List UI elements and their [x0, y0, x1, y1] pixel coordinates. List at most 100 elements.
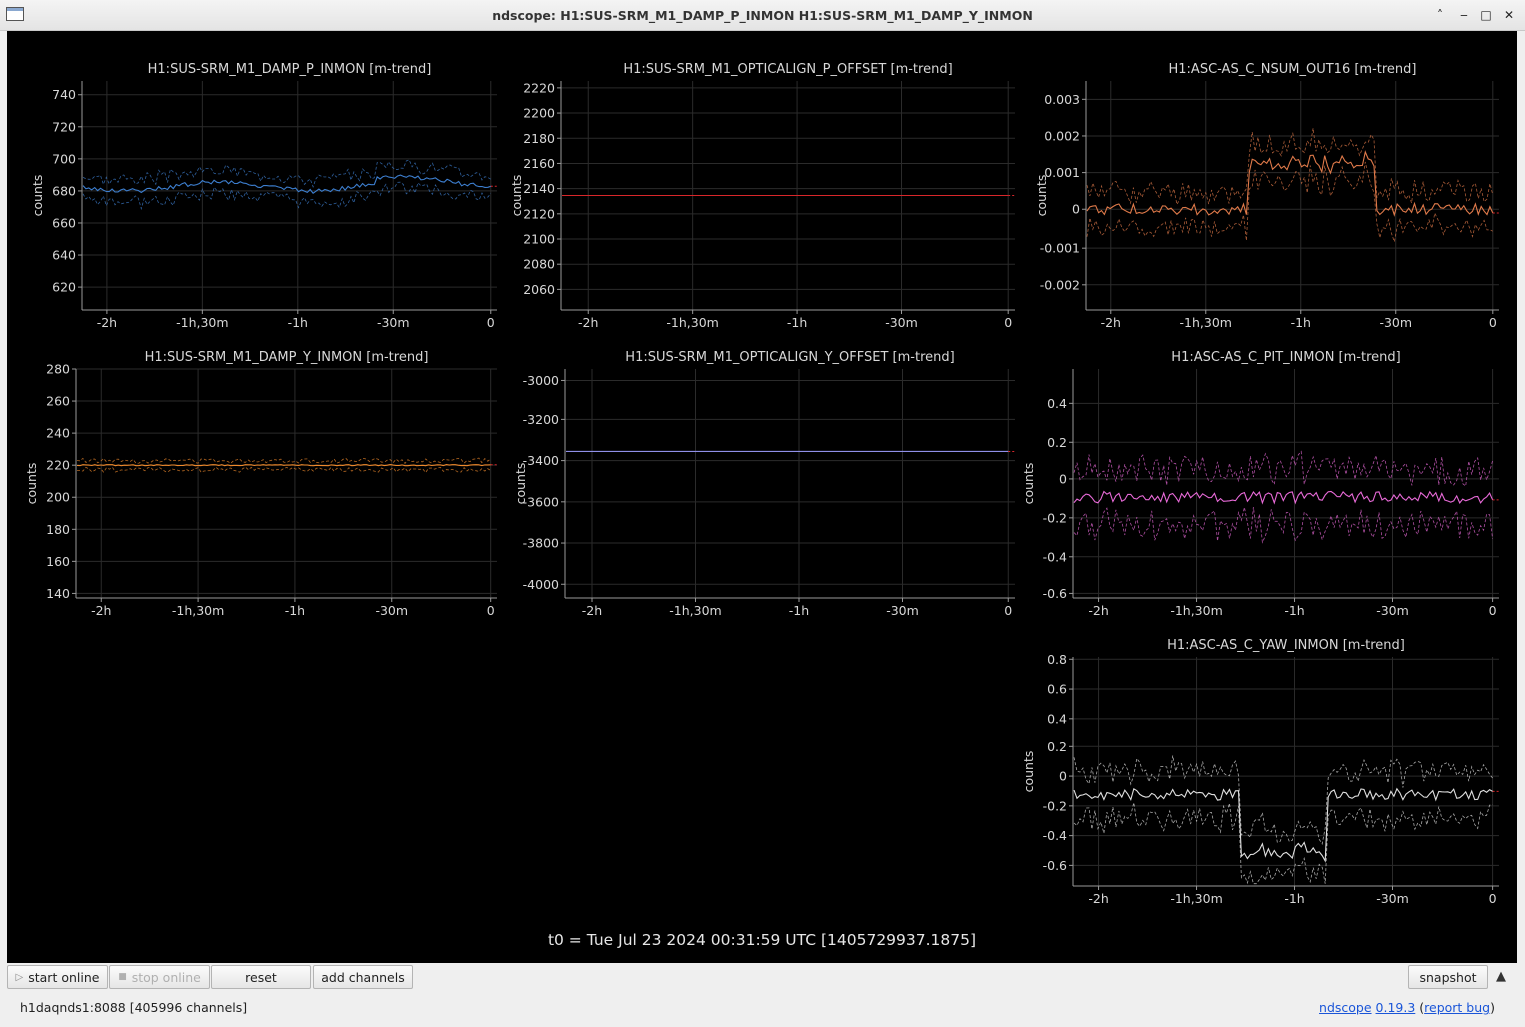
- y-axis-label: counts: [24, 463, 39, 505]
- plot-title: H1:SUS-SRM_M1_DAMP_Y_INMON [m-trend]: [145, 350, 429, 365]
- plot-panel[interactable]: H1:ASC-AS_C_YAW_INMON [m-trend] counts 0.8…: [1021, 638, 1499, 906]
- x-tick-label: -1h,30m: [176, 315, 228, 330]
- y-tick-label: 220: [46, 458, 70, 473]
- trace-group: [1086, 128, 1499, 244]
- y-axis-label: counts: [1021, 463, 1036, 505]
- plot-panel[interactable]: H1:SUS-SRM_M1_OPTICALIGN_Y_OFFSET [m-tre…: [513, 350, 1015, 618]
- trace-min: [1086, 161, 1493, 244]
- trace-max: [1086, 128, 1494, 206]
- y-tick-label: 280: [46, 362, 70, 377]
- y-tick-label: -3800: [523, 536, 559, 551]
- x-tick-label: -2h: [1088, 891, 1108, 906]
- plot-panel[interactable]: H1:SUS-SRM_M1_DAMP_Y_INMON [m-trend] coun…: [24, 350, 497, 618]
- y-tick-label: 0: [1059, 471, 1067, 486]
- stop-icon: ■: [118, 972, 127, 982]
- x-tick-label: -1h,30m: [1170, 891, 1222, 906]
- x-tick-label: -2h: [582, 603, 602, 618]
- plot-grid: [76, 368, 497, 598]
- y-tick-label: 660: [52, 215, 76, 230]
- y-tick-label: 0: [1072, 202, 1080, 217]
- plot-panel[interactable]: H1:ASC-AS_C_PIT_INMON [m-trend] counts 0.4…: [1021, 350, 1499, 618]
- ndscope-link[interactable]: ndscope: [1319, 1000, 1372, 1015]
- close-icon[interactable]: ✕: [1500, 6, 1518, 24]
- snapshot-label: snapshot: [1419, 969, 1477, 985]
- chevron-up-icon[interactable]: ˄: [1431, 6, 1449, 24]
- y-tick-label: 0.6: [1047, 682, 1067, 697]
- y-tick-label: -3600: [523, 494, 559, 509]
- y-tick-label: 680: [52, 183, 76, 198]
- trace-max: [1073, 755, 1493, 845]
- x-tick-label: -2h: [1088, 603, 1108, 618]
- x-tick-label: 0: [487, 603, 495, 618]
- y-tick-label: -4000: [523, 577, 559, 592]
- x-tick-label: 0: [487, 315, 495, 330]
- plot-panel[interactable]: H1:SUS-SRM_M1_DAMP_P_INMON [m-trend] coun…: [30, 62, 497, 330]
- reset-label: reset: [245, 969, 277, 985]
- y-tick-label: 700: [52, 151, 76, 166]
- stop-online-button[interactable]: ■ stop online: [109, 965, 210, 989]
- y-tick-label: 2100: [523, 232, 555, 247]
- y-tick-label: -3000: [523, 373, 559, 388]
- trace-min: [1073, 506, 1493, 544]
- snapshot-button[interactable]: snapshot: [1408, 965, 1488, 989]
- trace-mean: [1073, 787, 1493, 863]
- y-tick-label: 0.003: [1044, 92, 1080, 107]
- trace-mean: [1073, 490, 1494, 505]
- trace-min: [82, 181, 492, 211]
- version-link[interactable]: 0.19.3: [1376, 1000, 1416, 1015]
- plot-title: H1:ASC-AS_C_YAW_INMON [m-trend]: [1167, 638, 1405, 653]
- y-tick-label: 240: [46, 426, 70, 441]
- x-tick-label: -1h: [285, 603, 305, 618]
- report-bug-link[interactable]: report bug: [1424, 1000, 1490, 1015]
- plot-panel[interactable]: H1:ASC-AS_C_NSUM_OUT16 [m-trend]counts0.…: [1034, 62, 1499, 330]
- x-tick-label: -2h: [97, 315, 117, 330]
- y-tick-label: 2180: [523, 131, 555, 146]
- y-tick-label: 0.4: [1047, 396, 1067, 411]
- y-tick-label: 180: [46, 522, 70, 537]
- x-tick-label: -1h,30m: [669, 603, 721, 618]
- window-titlebar: ndscope: H1:SUS-SRM_M1_DAMP_P_INMON H1:S…: [0, 0, 1525, 31]
- plot-title: H1:ASC-AS_C_NSUM_OUT16 [m-trend]: [1169, 62, 1417, 77]
- y-tick-label: -0.2: [1043, 510, 1067, 525]
- y-tick-label: 2160: [523, 156, 555, 171]
- expand-panel-icon[interactable]: ▲: [1496, 969, 1506, 984]
- x-tick-label: -1h,30m: [666, 315, 718, 330]
- x-tick-label: -1h: [1284, 891, 1304, 906]
- version-info: ndscope 0.19.3 (report bug): [1319, 1000, 1495, 1015]
- x-tick-label: -1h,30m: [1170, 603, 1222, 618]
- plot-grid: [1073, 369, 1499, 598]
- trace-group: [1073, 755, 1499, 885]
- y-tick-label: -0.6: [1043, 858, 1067, 873]
- y-tick-label: 0.001: [1044, 165, 1080, 180]
- x-tick-label: -30m: [1379, 315, 1412, 330]
- start-online-label: start online: [28, 969, 100, 985]
- t0-label: t0 = Tue Jul 23 2024 00:31:59 UTC [14057…: [548, 931, 976, 949]
- plot-grid: [1073, 657, 1499, 886]
- start-online-button[interactable]: ▷ start online: [7, 965, 108, 989]
- server-status: h1daqnds1:8088 [405996 channels]: [20, 1000, 248, 1015]
- trace-group: [82, 159, 497, 211]
- plots-grid: H1:SUS-SRM_M1_DAMP_P_INMON [m-trend] coun…: [24, 62, 1499, 949]
- add-channels-button[interactable]: add channels: [313, 965, 413, 989]
- y-tick-label: 720: [52, 119, 76, 134]
- plot-title: H1:SUS-SRM_M1_OPTICALIGN_P_OFFSET [m-tre…: [623, 62, 952, 77]
- plot-title: H1:ASC-AS_C_PIT_INMON [m-trend]: [1171, 350, 1400, 365]
- minimize-icon[interactable]: ‒: [1455, 6, 1473, 24]
- x-tick-label: -30m: [375, 603, 408, 618]
- y-tick-label: -0.001: [1040, 241, 1080, 256]
- x-tick-label: -2h: [1101, 315, 1121, 330]
- bottom-toolbar: ▷ start online ■ stop online reset add c…: [0, 963, 1525, 1027]
- plot-canvas: H1:SUS-SRM_M1_DAMP_P_INMON [m-trend] coun…: [7, 31, 1517, 963]
- y-tick-label: 200: [46, 490, 70, 505]
- reset-button[interactable]: reset: [211, 965, 311, 989]
- y-tick-label: -0.2: [1043, 798, 1067, 813]
- plot-grid: [82, 81, 497, 310]
- plot-panel[interactable]: H1:SUS-SRM_M1_OPTICALIGN_P_OFFSET [m-tre…: [509, 62, 1015, 330]
- add-channels-label: add channels: [321, 969, 405, 985]
- y-tick-label: 620: [52, 280, 76, 295]
- maximize-icon[interactable]: □: [1477, 6, 1495, 24]
- y-tick-label: 2080: [523, 257, 555, 272]
- y-tick-label: 0.2: [1047, 435, 1067, 450]
- trace-min: [1073, 802, 1493, 885]
- trace-min: [77, 466, 491, 474]
